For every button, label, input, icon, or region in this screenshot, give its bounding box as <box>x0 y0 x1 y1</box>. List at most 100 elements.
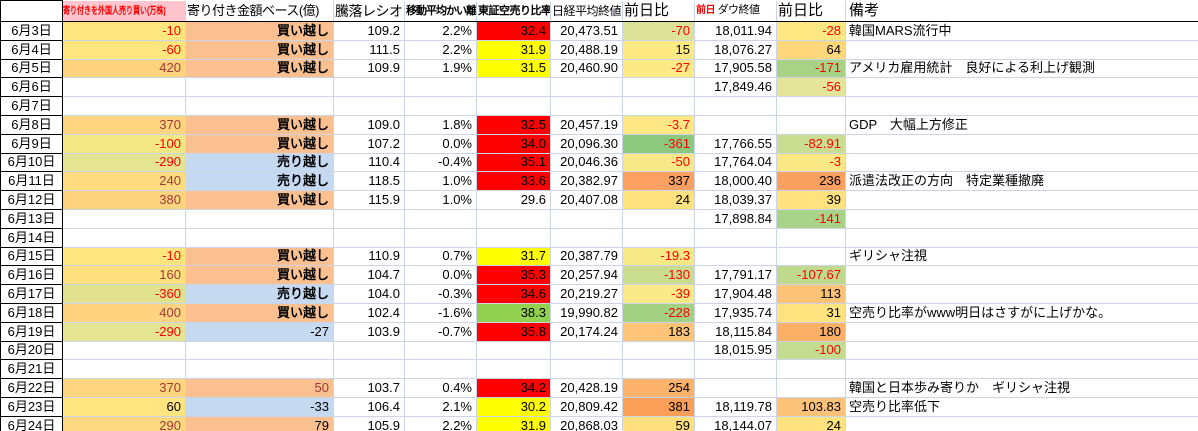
cell-ma[interactable]: -0.7% <box>405 322 477 341</box>
cell-nikkei-chg[interactable]: 15 <box>623 40 695 59</box>
cell-nikkei[interactable]: 20,868.03 <box>551 416 623 431</box>
cell-nikkei[interactable]: 20,428.19 <box>551 379 623 398</box>
date-cell[interactable]: 6月20日 <box>1 341 63 360</box>
cell-ratio[interactable] <box>334 360 405 379</box>
cell-dow-chg[interactable]: 64 <box>777 40 846 59</box>
cell-foreign[interactable]: 240 <box>63 172 186 191</box>
cell-dow[interactable] <box>695 379 777 398</box>
cell-short[interactable] <box>477 228 551 247</box>
cell-note[interactable]: 派遣法改正の方向 特定業種撤廃 <box>846 172 1198 191</box>
date-cell[interactable]: 6月16日 <box>1 266 63 285</box>
cell-nikkei-chg[interactable]: -27 <box>623 59 695 78</box>
cell-base[interactable]: 買い越し <box>186 191 334 210</box>
date-cell[interactable]: 6月15日 <box>1 247 63 266</box>
date-cell[interactable]: 6月14日 <box>1 228 63 247</box>
cell-nikkei[interactable] <box>551 78 623 97</box>
cell-dow[interactable]: 18,015.95 <box>695 341 777 360</box>
cell-short[interactable]: 32.4 <box>477 22 551 41</box>
cell-dow-chg[interactable]: 103.83 <box>777 397 846 416</box>
cell-nikkei[interactable]: 20,382.97 <box>551 172 623 191</box>
header-nikkei-change[interactable]: 前日比 <box>623 1 695 22</box>
cell-short[interactable]: 34.0 <box>477 134 551 153</box>
cell-short[interactable]: 31.5 <box>477 59 551 78</box>
cell-short[interactable] <box>477 209 551 228</box>
cell-dow-chg[interactable] <box>777 360 846 379</box>
cell-nikkei[interactable]: 20,174.24 <box>551 322 623 341</box>
cell-foreign[interactable] <box>63 78 186 97</box>
cell-note[interactable]: 韓国と日本歩み寄りか ギリシャ注視 <box>846 379 1198 398</box>
cell-foreign[interactable]: -290 <box>63 322 186 341</box>
cell-note[interactable]: 空売り比率低下 <box>846 397 1198 416</box>
cell-note[interactable]: ギリシャ注視 <box>846 247 1198 266</box>
cell-nikkei[interactable]: 20,219.27 <box>551 285 623 304</box>
cell-ratio[interactable]: 109.9 <box>334 59 405 78</box>
cell-nikkei[interactable]: 20,460.90 <box>551 59 623 78</box>
cell-base[interactable]: 売り越し <box>186 172 334 191</box>
cell-base[interactable] <box>186 228 334 247</box>
cell-nikkei[interactable]: 20,257.94 <box>551 266 623 285</box>
cell-base[interactable] <box>186 97 334 116</box>
cell-base[interactable]: 買い越し <box>186 134 334 153</box>
header-base-amount[interactable]: 寄り付き金額ベース(億) <box>186 1 334 22</box>
cell-short[interactable] <box>477 97 551 116</box>
cell-note[interactable] <box>846 341 1198 360</box>
cell-nikkei-chg[interactable] <box>623 228 695 247</box>
cell-ratio[interactable] <box>334 341 405 360</box>
cell-foreign[interactable]: -10 <box>63 22 186 41</box>
cell-ratio[interactable]: 103.7 <box>334 379 405 398</box>
cell-ma[interactable]: 1.9% <box>405 59 477 78</box>
cell-note[interactable] <box>846 416 1198 431</box>
cell-nikkei-chg[interactable] <box>623 209 695 228</box>
cell-dow[interactable]: 17,935.74 <box>695 303 777 322</box>
header-note[interactable]: 備考 <box>846 1 1198 22</box>
cell-ratio[interactable]: 109.0 <box>334 115 405 134</box>
cell-nikkei-chg[interactable]: -50 <box>623 153 695 172</box>
cell-note[interactable] <box>846 228 1198 247</box>
cell-dow[interactable]: 18,144.07 <box>695 416 777 431</box>
cell-nikkei-chg[interactable]: -3.7 <box>623 115 695 134</box>
cell-nikkei-chg[interactable]: 183 <box>623 322 695 341</box>
cell-ma[interactable]: 0.0% <box>405 134 477 153</box>
cell-short[interactable]: 35.3 <box>477 266 551 285</box>
cell-base[interactable]: -27 <box>186 322 334 341</box>
cell-base[interactable]: 買い越し <box>186 22 334 41</box>
cell-dow-chg[interactable]: -56 <box>777 78 846 97</box>
cell-note[interactable] <box>846 266 1198 285</box>
cell-dow-chg[interactable]: -3 <box>777 153 846 172</box>
cell-ma[interactable]: 2.2% <box>405 416 477 431</box>
date-cell[interactable]: 6月13日 <box>1 209 63 228</box>
cell-dow-chg[interactable]: -107.67 <box>777 266 846 285</box>
cell-foreign[interactable]: 380 <box>63 191 186 210</box>
cell-nikkei[interactable]: 20,387.79 <box>551 247 623 266</box>
cell-dow[interactable]: 18,115.84 <box>695 322 777 341</box>
cell-base[interactable]: 買い越し <box>186 40 334 59</box>
cell-foreign[interactable]: 400 <box>63 303 186 322</box>
cell-nikkei-chg[interactable]: 381 <box>623 397 695 416</box>
cell-dow-chg[interactable]: -82.91 <box>777 134 846 153</box>
cell-short[interactable]: 34.2 <box>477 379 551 398</box>
cell-nikkei[interactable]: 20,096.30 <box>551 134 623 153</box>
cell-foreign[interactable] <box>63 97 186 116</box>
cell-dow[interactable] <box>695 360 777 379</box>
cell-foreign[interactable]: 420 <box>63 59 186 78</box>
cell-base[interactable]: 買い越し <box>186 303 334 322</box>
cell-ma[interactable]: 2.2% <box>405 22 477 41</box>
cell-ma[interactable] <box>405 228 477 247</box>
cell-note[interactable]: 韓国MARS流行中 <box>846 22 1198 41</box>
cell-dow[interactable]: 18,039.37 <box>695 191 777 210</box>
cell-short[interactable]: 35.1 <box>477 153 551 172</box>
cell-foreign[interactable] <box>63 341 186 360</box>
cell-dow[interactable] <box>695 97 777 116</box>
cell-nikkei-chg[interactable]: 24 <box>623 191 695 210</box>
cell-dow[interactable]: 17,766.55 <box>695 134 777 153</box>
cell-base[interactable]: 買い越し <box>186 115 334 134</box>
cell-nikkei-chg[interactable] <box>623 97 695 116</box>
cell-dow-chg[interactable] <box>777 228 846 247</box>
cell-dow-chg[interactable]: 113 <box>777 285 846 304</box>
cell-note[interactable]: アメリカ雇用統計 良好による利上げ観測 <box>846 59 1198 78</box>
cell-note[interactable]: 空売り比率がwww明日はさすがに上げかな。 <box>846 303 1198 322</box>
cell-ratio[interactable]: 105.9 <box>334 416 405 431</box>
header-dow-change[interactable]: 前日比 <box>777 1 846 22</box>
date-cell[interactable]: 6月18日 <box>1 303 63 322</box>
cell-dow[interactable]: 17,849.46 <box>695 78 777 97</box>
